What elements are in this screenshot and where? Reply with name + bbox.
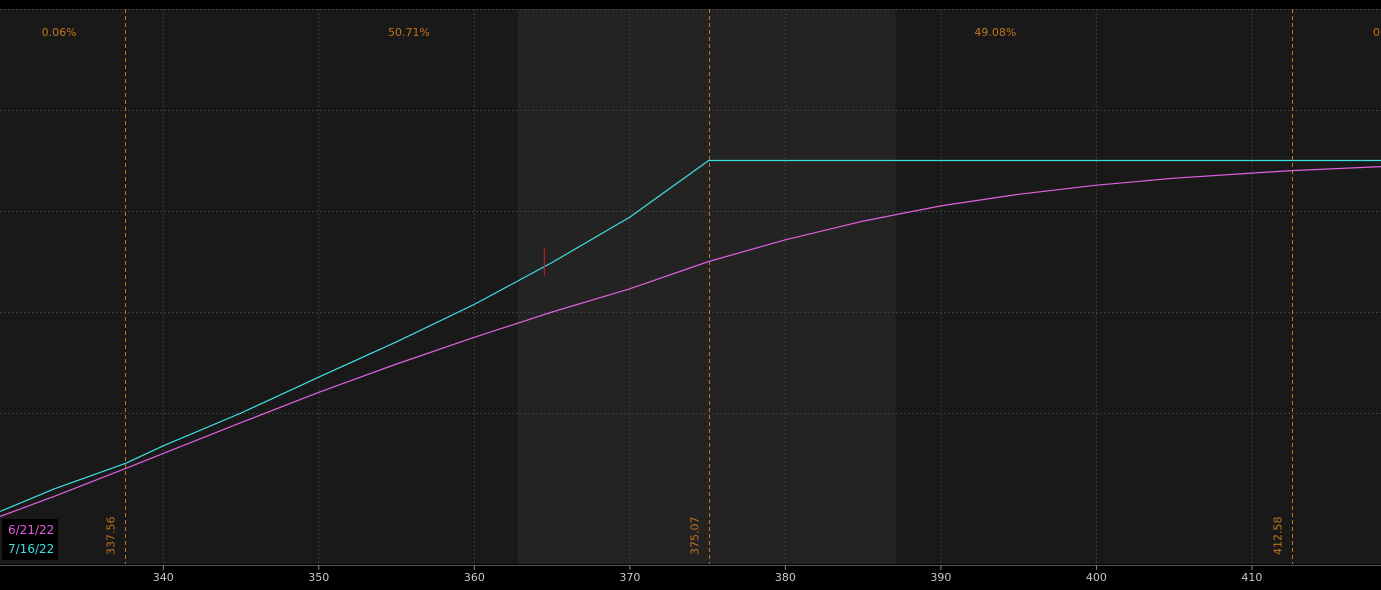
probability-label: 0: [1373, 26, 1380, 39]
probability-label: 0.06%: [42, 26, 77, 39]
probability-label: 50.71%: [388, 26, 430, 39]
legend-item: 7/16/22: [8, 542, 54, 556]
x-tick-label: 410: [1241, 571, 1262, 584]
x-tick-label: 340: [153, 571, 174, 584]
x-tick-label: 380: [775, 571, 796, 584]
x-tick-label: 400: [1086, 571, 1107, 584]
expected-move-label: 337.56: [105, 517, 118, 556]
x-tick-label: 360: [464, 571, 485, 584]
expected-move-label: 412.58: [1272, 517, 1285, 556]
chart-svg: 337.56 375.07 412.58 0.06% 50.71% 49.08% 0 34…: [0, 9, 1381, 584]
legend: 6/21/22 7/16/22: [2, 519, 58, 560]
expected-move-label: 375.07: [689, 517, 702, 556]
x-tick-label: 350: [308, 571, 329, 584]
x-axis: 340 350 360 370 380 390 400 410: [0, 565, 1381, 584]
x-tick-label: 390: [930, 571, 951, 584]
probability-label: 49.08%: [974, 26, 1016, 39]
legend-item: 6/21/22: [8, 523, 54, 537]
payoff-chart: 337.56 375.07 412.58 0.06% 50.71% 49.08% 0 34…: [0, 0, 1381, 590]
one-std-dev-range: [517, 9, 896, 564]
x-tick-label: 370: [619, 571, 640, 584]
